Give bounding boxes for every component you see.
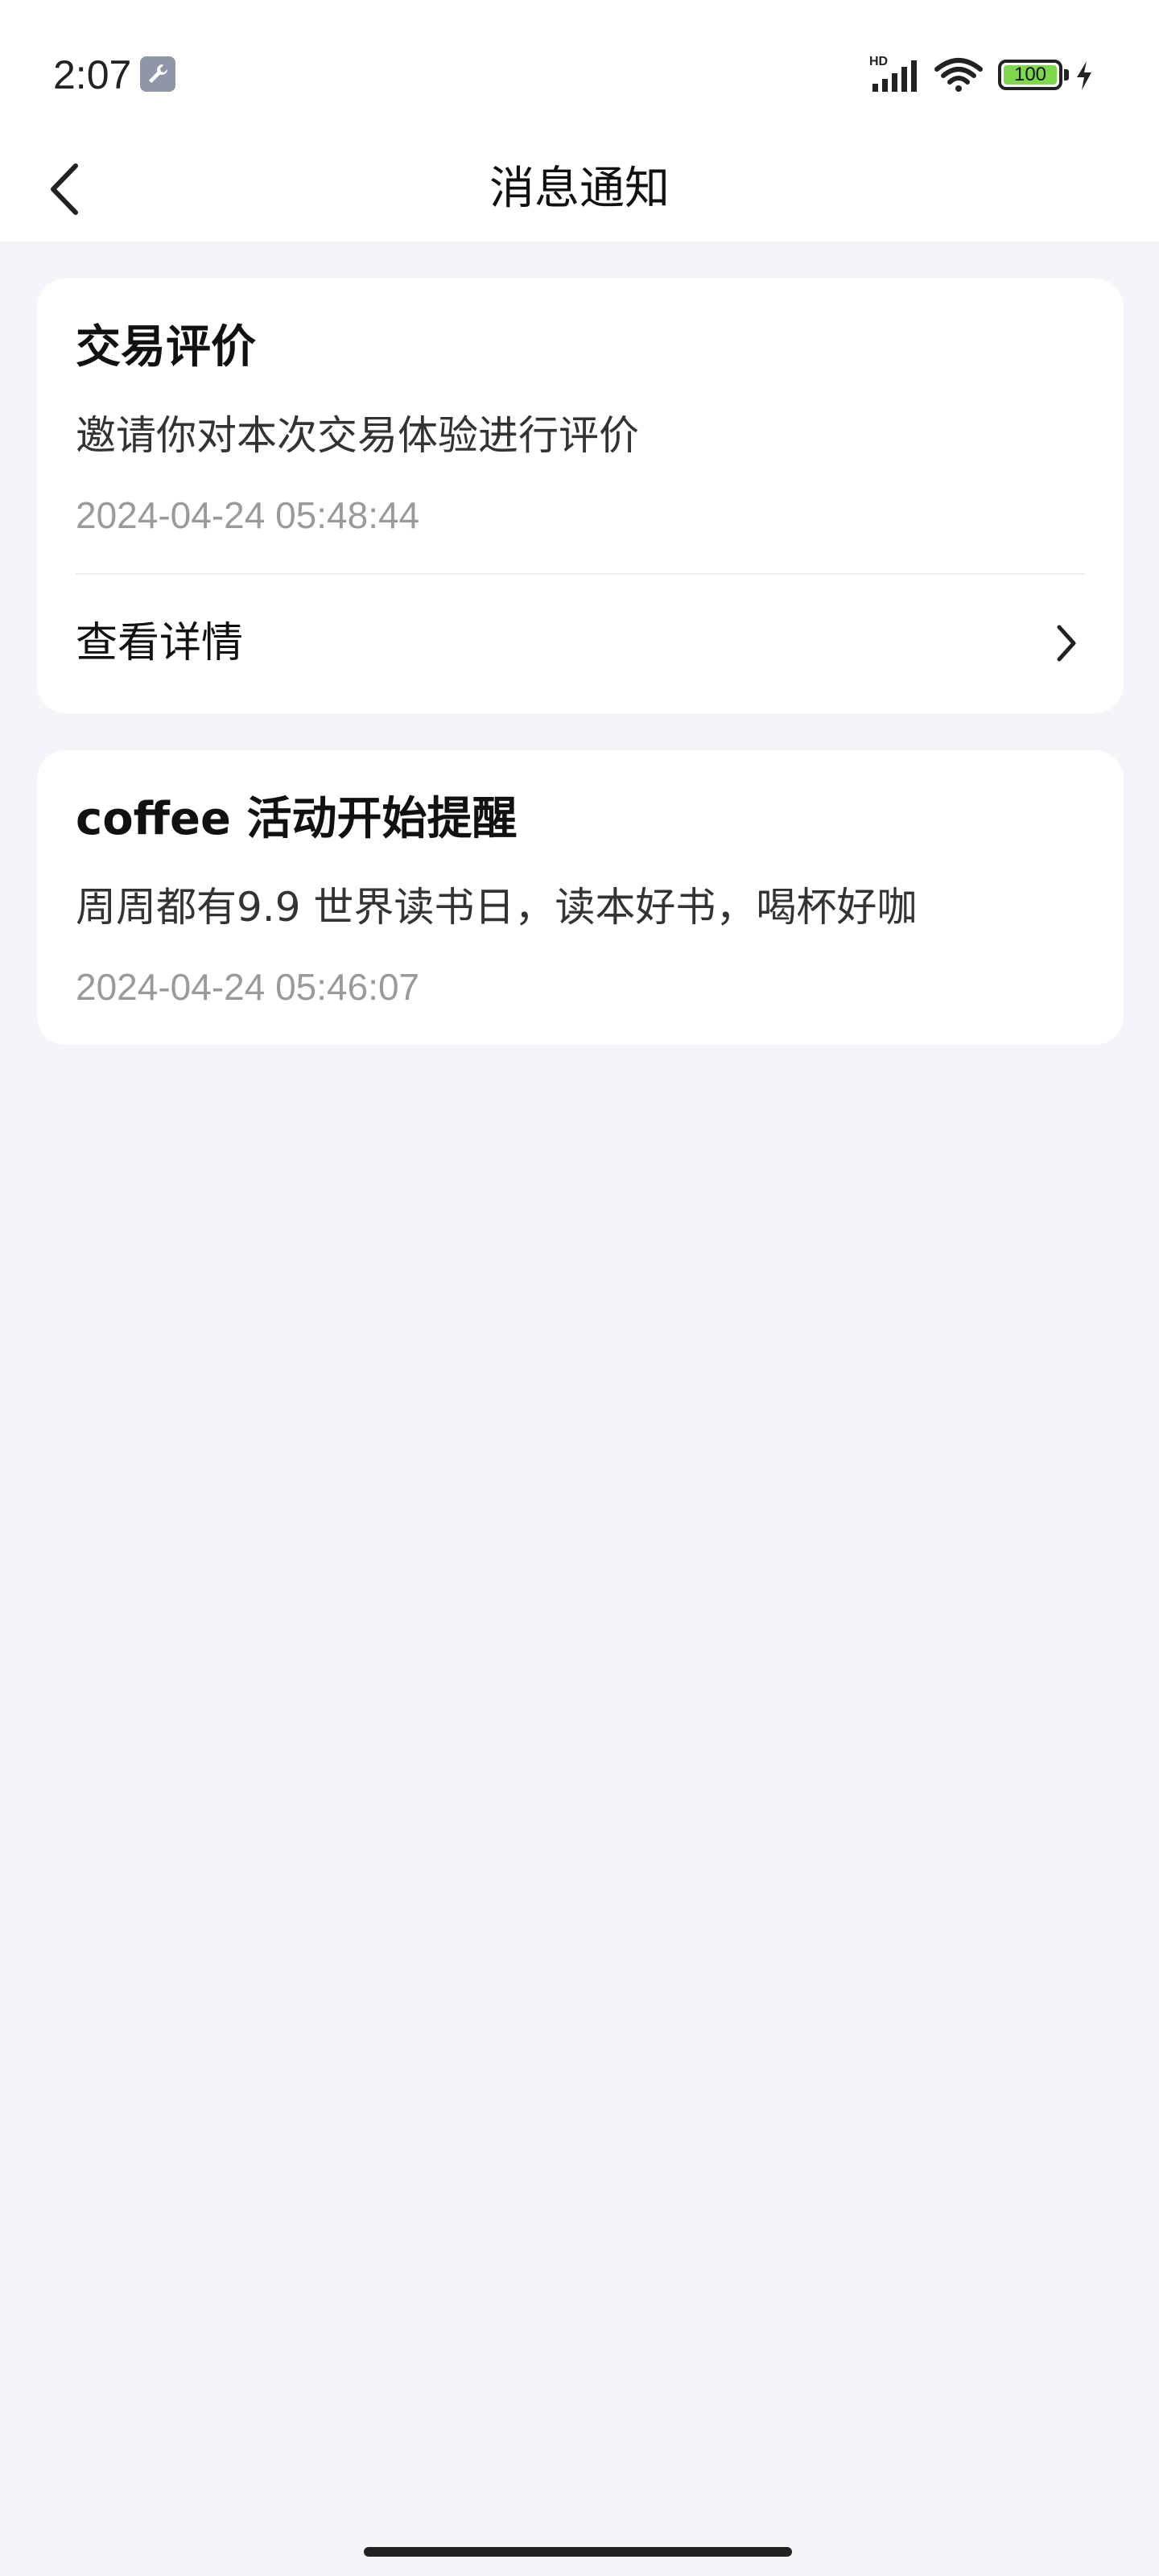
signal-icon: HD [869,55,926,93]
page-title: 消息通知 [489,163,670,215]
back-button[interactable] [40,153,89,225]
chevron-left-icon [51,163,78,215]
notification-description: 周周都有9.9 世界读书日，读本好书，喝杯好咖 [76,884,918,931]
battery-level: 100 [1004,65,1057,85]
wifi-icon [934,56,984,93]
battery-cap [1064,69,1069,80]
view-details-link[interactable]: 查看详情 [37,573,1124,713]
notification-title: 交易评价 [76,321,256,374]
chevron-right-icon [1050,623,1082,663]
notification-title: coffee 活动开始提醒 [76,793,518,845]
status-bar: 2:07 HD 100 [0,0,1159,137]
notification-card[interactable]: 交易评价 邀请你对本次交易体验进行评价 2024-04-24 05:48:44 … [37,279,1124,713]
notification-time: 2024-04-24 05:46:07 [76,966,420,1008]
status-time: 2:07 [53,52,132,97]
view-details-label: 查看详情 [76,619,244,667]
charging-bolt-icon [1074,60,1095,92]
notification-time: 2024-04-24 05:48:44 [76,494,420,536]
nav-bar: 消息通知 [0,137,1159,242]
notification-description: 邀请你对本次交易体验进行评价 [76,412,639,459]
home-indicator[interactable] [364,2547,792,2557]
battery-icon: 100 [998,60,1062,90]
wrench-icon [140,56,175,92]
notification-card[interactable]: coffee 活动开始提醒 周周都有9.9 世界读书日，读本好书，喝杯好咖 20… [37,750,1124,1045]
